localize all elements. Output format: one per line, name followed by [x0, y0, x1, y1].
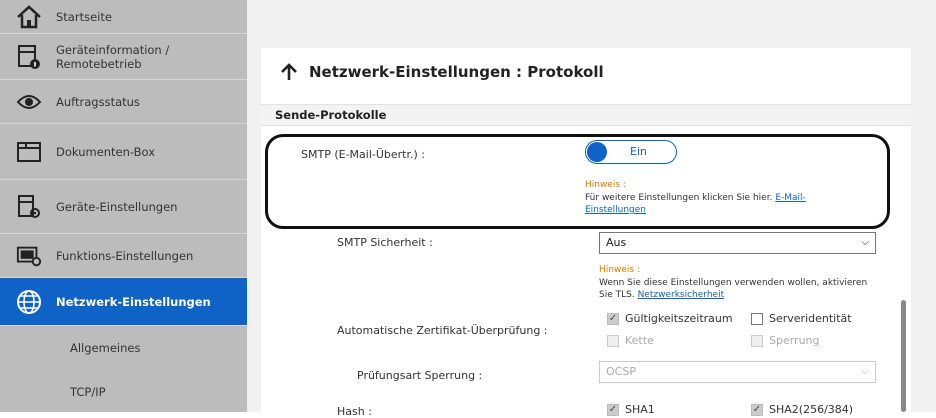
checkbox-box	[607, 334, 619, 347]
function-settings-icon	[16, 243, 42, 269]
sidebar-item-device-settings[interactable]: Geräte-Einstellungen	[0, 180, 247, 234]
sidebar-item-label: Netzwerk-Einstellungen	[56, 294, 211, 309]
smtp-security-label: SMTP Sicherheit :	[337, 236, 433, 249]
sidebar-item-label: Dokumenten-Box	[56, 144, 156, 159]
checkbox-server-identity[interactable]: Serveridentität	[751, 312, 852, 325]
section-header: Sende-Protokolle	[261, 104, 911, 126]
hint-line: Sie TLS.	[599, 290, 635, 300]
sidebar: Startseite Geräteinformation / Remotebet…	[0, 0, 247, 412]
sidebar-item-label: Startseite	[56, 9, 112, 24]
checkbox-box	[751, 312, 763, 325]
scrollbar[interactable]	[901, 300, 906, 412]
checkbox-label: Kette	[625, 334, 654, 347]
page-title: Netzwerk-Einstellungen : Protokoll	[279, 62, 604, 82]
smtp-security-select[interactable]: Aus ⌵	[599, 232, 876, 254]
settings-panel: Netzwerk-Einstellungen : Protokoll Sende…	[261, 48, 911, 418]
folder-icon	[16, 139, 42, 165]
select-value: OCSP	[606, 365, 636, 378]
checkbox-revocation[interactable]: Sperrung	[751, 334, 820, 347]
chevron-down-icon: ⌵	[861, 237, 869, 248]
checkbox-chain[interactable]: Kette	[607, 334, 654, 347]
back-arrow-icon[interactable]	[279, 62, 299, 82]
revocation-type-select[interactable]: OCSP ⌵	[599, 361, 876, 383]
network-security-link[interactable]: Netzwerksicherheit	[638, 290, 725, 300]
checkmark-icon: ✓	[607, 312, 619, 325]
hint-title: Hinweis :	[599, 265, 640, 275]
sidebar-item-document-box[interactable]: Dokumenten-Box	[0, 124, 247, 180]
sidebar-subitem-general[interactable]: Allgemeines	[0, 341, 247, 355]
checkbox-sha1[interactable]: ✓ SHA1	[607, 403, 655, 416]
page-title-text: Netzwerk-Einstellungen : Protokoll	[309, 63, 604, 81]
chevron-down-icon: ⌵	[861, 366, 869, 377]
checkbox-label: Serveridentität	[769, 312, 852, 325]
sidebar-item-job-status[interactable]: Auftragsstatus	[0, 80, 247, 124]
select-value: Aus	[606, 236, 627, 249]
globe-icon	[16, 289, 42, 315]
highlight-callout	[265, 134, 890, 229]
sidebar-item-device-info[interactable]: Geräteinformation / Remotebetrieb	[0, 34, 247, 80]
checkbox-sha2[interactable]: ✓ SHA2(256/384)	[751, 403, 853, 416]
revocation-type-label: Prüfungsart Sperrung :	[357, 369, 483, 382]
sidebar-item-label: Funktions-Einstellungen	[56, 248, 194, 263]
hint-text: Wenn Sie diese Einstellungen verwenden w…	[599, 277, 867, 301]
sidebar-item-label: Geräte-Einstellungen	[56, 199, 178, 214]
checkbox-label: SHA1	[625, 403, 655, 416]
checkbox-validity[interactable]: ✓ Gültigkeitszeitraum	[607, 312, 733, 325]
sidebar-item-label: Auftragsstatus	[56, 94, 140, 109]
checkmark-icon: ✓	[607, 403, 619, 416]
checkbox-label: Sperrung	[769, 334, 820, 347]
sidebar-item-network-settings[interactable]: Netzwerk-Einstellungen	[0, 278, 247, 326]
sidebar-subitem-tcpip[interactable]: TCP/IP	[0, 385, 247, 399]
sidebar-item-function-settings[interactable]: Funktions-Einstellungen	[0, 234, 247, 278]
checkbox-label: Gültigkeitszeitraum	[625, 312, 733, 325]
home-icon	[16, 4, 42, 30]
sidebar-item-home[interactable]: Startseite	[0, 0, 247, 34]
sidebar-item-label: Geräteinformation / Remotebetrieb	[56, 42, 170, 71]
eye-icon	[16, 89, 42, 115]
checkbox-box	[751, 334, 763, 347]
device-settings-icon	[16, 194, 42, 220]
device-info-icon	[16, 44, 42, 70]
checkbox-label: SHA2(256/384)	[769, 403, 854, 416]
hint-line: Wenn Sie diese Einstellungen verwenden w…	[599, 278, 868, 288]
cert-check-label: Automatische Zertifikat-Überprüfung :	[337, 324, 548, 337]
checkmark-icon: ✓	[751, 403, 763, 416]
